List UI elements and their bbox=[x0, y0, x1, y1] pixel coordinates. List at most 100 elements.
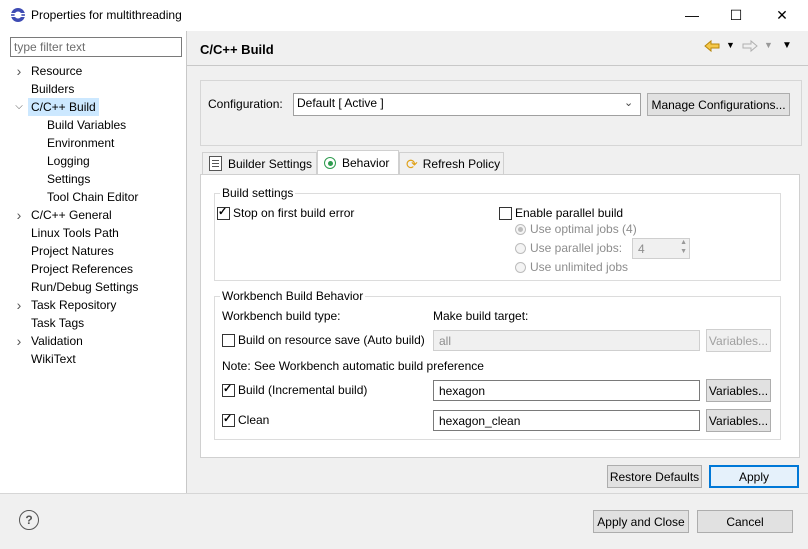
behavior-icon bbox=[324, 157, 336, 169]
close-button[interactable]: ✕ bbox=[760, 0, 804, 30]
configuration-label: Configuration: bbox=[208, 97, 283, 111]
sidebar-item[interactable]: › Resource bbox=[10, 62, 186, 80]
sidebar-item-label: Build Variables bbox=[47, 118, 127, 132]
sidebar-item-label: Settings bbox=[47, 172, 91, 186]
cancel-button[interactable]: Cancel bbox=[697, 510, 793, 533]
sidebar-item[interactable]: Logging bbox=[10, 152, 186, 170]
sidebar-item[interactable]: › Task Repository bbox=[10, 296, 186, 314]
incremental-build-label: Build (Incremental build) bbox=[238, 383, 368, 397]
chevron-right-icon[interactable]: › bbox=[14, 206, 24, 224]
parallel-jobs-spinner[interactable]: 4 ▲ ▼ bbox=[632, 238, 690, 259]
view-menu-icon[interactable]: ▼ bbox=[782, 40, 792, 51]
make-target-header: Make build target: bbox=[433, 309, 529, 323]
sidebar-item-label: WikiText bbox=[31, 352, 76, 366]
refresh-policy-icon: ⟳ bbox=[406, 155, 418, 172]
sidebar-item[interactable]: Linux Tools Path bbox=[10, 224, 186, 242]
sidebar-item[interactable]: › C/C++ General bbox=[10, 206, 186, 224]
maximize-button[interactable]: ☐ bbox=[714, 0, 758, 30]
sidebar-item-label: Builders bbox=[31, 82, 75, 96]
spinner-down-icon[interactable]: ▼ bbox=[680, 248, 687, 255]
chevron-down-icon[interactable]: ⌵ bbox=[14, 98, 24, 116]
parallel-build-checkbox[interactable] bbox=[499, 207, 512, 220]
auto-build-checkbox[interactable] bbox=[222, 334, 235, 347]
sidebar-item-label: Resource bbox=[31, 64, 83, 78]
tab-refresh-policy[interactable]: ⟳ Refresh Policy bbox=[399, 152, 504, 174]
manage-configurations-button[interactable]: Manage Configurations... bbox=[647, 93, 790, 116]
forward-dropdown-icon[interactable]: ▼ bbox=[764, 40, 773, 50]
sidebar-item-label: Project Natures bbox=[31, 244, 114, 258]
sidebar-item[interactable]: Task Tags bbox=[10, 314, 186, 332]
parallel-jobs-radio[interactable] bbox=[515, 243, 526, 254]
back-dropdown-icon[interactable]: ▼ bbox=[726, 40, 735, 50]
property-tree: › Resource Builders ⌵ C/C++ Build Build Varia… bbox=[10, 62, 186, 368]
sidebar-item[interactable]: Run/Debug Settings bbox=[10, 278, 186, 296]
sidebar-item[interactable]: Environment bbox=[10, 134, 186, 152]
sidebar-item[interactable]: WikiText bbox=[10, 350, 186, 368]
apply-button[interactable]: Apply bbox=[709, 465, 799, 488]
parallel-build-label: Enable parallel build bbox=[515, 206, 624, 220]
configuration-value: Default [ Active ] bbox=[297, 96, 384, 110]
auto-build-target-field[interactable]: all bbox=[433, 330, 700, 351]
stop-on-error-checkbox[interactable] bbox=[217, 205, 230, 220]
chevron-right-icon[interactable]: › bbox=[14, 332, 24, 350]
parallel-jobs-value: 4 bbox=[638, 242, 645, 256]
optimal-jobs-radio[interactable] bbox=[515, 224, 526, 235]
window-title: Properties for multithreading bbox=[31, 8, 182, 22]
sidebar-item[interactable]: Build Variables bbox=[10, 116, 186, 134]
unlimited-jobs-radio[interactable] bbox=[515, 262, 526, 273]
workbench-build-legend: Workbench Build Behavior bbox=[220, 289, 366, 303]
sidebar-item-label: Tool Chain Editor bbox=[47, 190, 139, 204]
restore-defaults-button[interactable]: Restore Defaults bbox=[607, 465, 702, 488]
sidebar-item-label: Logging bbox=[47, 154, 90, 168]
sidebar-item-label: C/C++ Build bbox=[28, 98, 99, 116]
incremental-variables-button[interactable]: Variables... bbox=[706, 379, 771, 402]
parallel-jobs-label: Use parallel jobs: bbox=[530, 241, 623, 255]
sidebar-item[interactable]: Builders bbox=[10, 80, 186, 98]
tab-label: Builder Settings bbox=[228, 156, 313, 171]
clean-variables-button[interactable]: Variables... bbox=[706, 409, 771, 432]
stop-on-error-label: Stop on first build error bbox=[233, 206, 355, 220]
tab-builder-settings[interactable]: Builder Settings bbox=[202, 152, 317, 174]
sidebar-item[interactable]: ⌵ C/C++ Build bbox=[10, 98, 186, 116]
sidebar-item-label: Project References bbox=[31, 262, 134, 276]
clean-target-field[interactable]: hexagon_clean bbox=[433, 410, 700, 431]
tab-behavior[interactable]: Behavior bbox=[317, 150, 399, 175]
sidebar-item-label: Task Repository bbox=[31, 298, 117, 312]
incremental-target-field[interactable]: hexagon bbox=[433, 380, 700, 401]
eclipse-app-icon bbox=[10, 7, 26, 23]
clean-checkbox[interactable] bbox=[222, 412, 235, 427]
builder-settings-icon bbox=[209, 156, 222, 171]
optimal-jobs-label: Use optimal jobs (4) bbox=[530, 222, 637, 236]
sidebar-item-label: Task Tags bbox=[31, 316, 85, 330]
sidebar-item-label: Linux Tools Path bbox=[31, 226, 119, 240]
chevron-right-icon[interactable]: › bbox=[14, 296, 24, 314]
filter-input[interactable] bbox=[10, 37, 182, 57]
minimize-button[interactable]: — bbox=[670, 0, 714, 30]
auto-build-variables-button[interactable]: Variables... bbox=[706, 329, 771, 352]
unlimited-jobs-label: Use unlimited jobs bbox=[530, 260, 629, 274]
sidebar-item[interactable]: Project Natures bbox=[10, 242, 186, 260]
build-settings-legend: Build settings bbox=[220, 186, 296, 200]
sidebar-item[interactable]: Settings bbox=[10, 170, 186, 188]
sidebar-item[interactable]: › Validation bbox=[10, 332, 186, 350]
forward-arrow-icon[interactable] bbox=[742, 38, 758, 57]
clean-label: Clean bbox=[238, 413, 270, 427]
sidebar-item-label: Validation bbox=[31, 334, 83, 348]
spinner-up-icon[interactable]: ▲ bbox=[680, 239, 687, 246]
header-separator bbox=[187, 65, 808, 66]
incremental-build-checkbox[interactable] bbox=[222, 382, 235, 397]
apply-and-close-button[interactable]: Apply and Close bbox=[593, 510, 689, 533]
chevron-down-icon[interactable]: ⌄ bbox=[624, 96, 633, 109]
help-icon[interactable]: ? bbox=[19, 510, 39, 530]
build-type-header: Workbench build type: bbox=[222, 309, 341, 323]
sidebar-item-label: C/C++ General bbox=[31, 208, 112, 222]
chevron-right-icon[interactable]: › bbox=[14, 62, 24, 80]
sidebar-item-label: Run/Debug Settings bbox=[31, 280, 139, 294]
sidebar-item[interactable]: Tool Chain Editor bbox=[10, 188, 186, 206]
tab-label: Behavior bbox=[342, 156, 390, 170]
tab-label: Refresh Policy bbox=[422, 156, 501, 171]
page-title: C/C++ Build bbox=[200, 42, 274, 57]
back-arrow-icon[interactable] bbox=[704, 38, 720, 57]
sidebar-item[interactable]: Project References bbox=[10, 260, 186, 278]
auto-build-label: Build on resource save (Auto build) bbox=[238, 333, 425, 347]
